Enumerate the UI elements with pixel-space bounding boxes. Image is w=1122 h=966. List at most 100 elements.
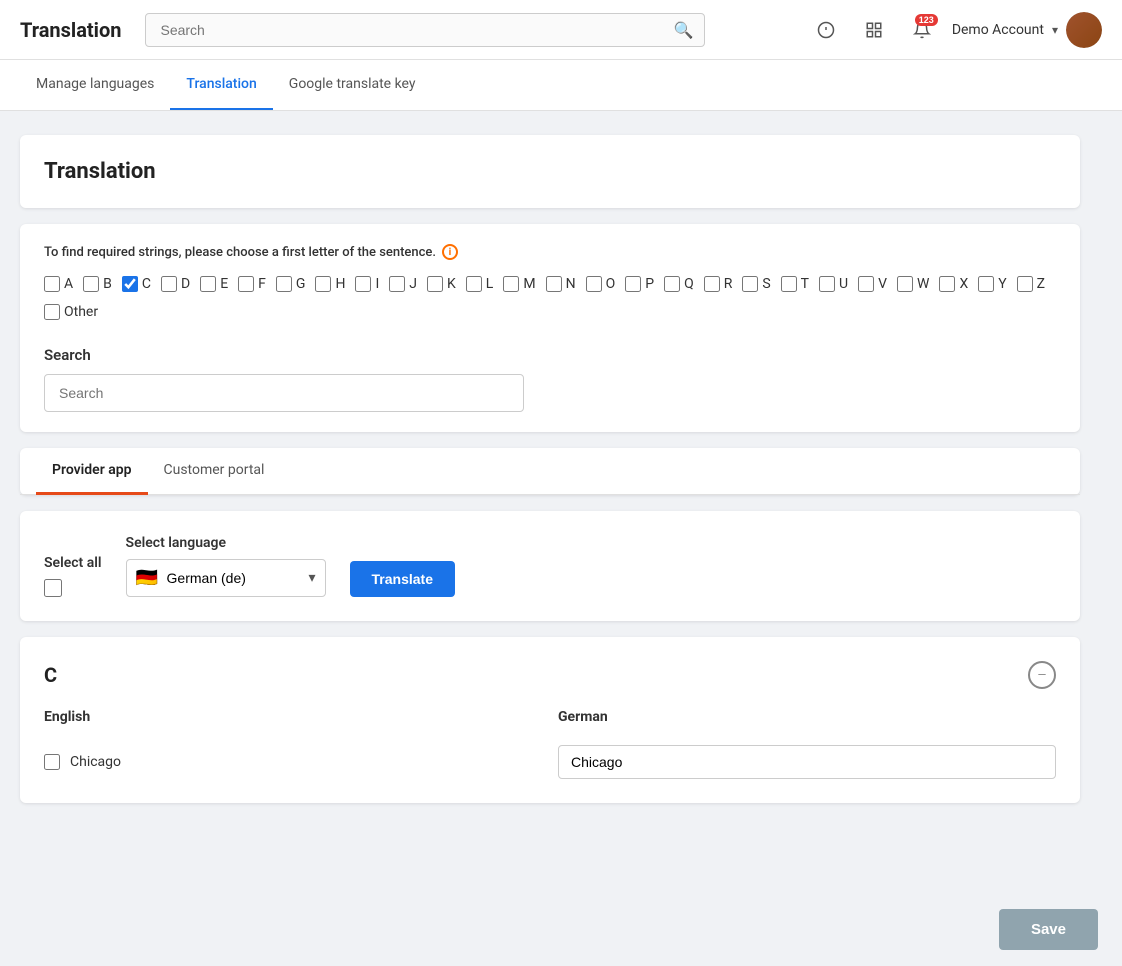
letter-label-m[interactable]: M <box>523 276 535 292</box>
letter-checkbox-t[interactable] <box>781 276 797 292</box>
letter-checkbox-r[interactable] <box>704 276 720 292</box>
letter-label-r[interactable]: R <box>724 276 733 292</box>
user-area[interactable]: Demo Account ▾ <box>952 12 1102 48</box>
info-button[interactable] <box>808 12 844 48</box>
subnav-translation[interactable]: Translation <box>170 60 272 110</box>
letter-label-d[interactable]: D <box>181 276 190 292</box>
letter-label-a[interactable]: A <box>64 276 73 292</box>
german-input[interactable] <box>558 745 1056 779</box>
letter-label-u[interactable]: U <box>839 276 848 292</box>
notification-badge: 123 <box>915 14 938 26</box>
letter-checkbox-a[interactable] <box>44 276 60 292</box>
letter-label-g[interactable]: G <box>296 276 306 292</box>
letter-checkbox-l[interactable] <box>466 276 482 292</box>
letter-item-a: A <box>44 276 73 292</box>
tab-provider-app[interactable]: Provider app <box>36 448 148 495</box>
letter-item-q: Q <box>664 276 694 292</box>
english-item: Chicago <box>44 754 542 770</box>
grid-button[interactable] <box>856 12 892 48</box>
letter-checkbox-u[interactable] <box>819 276 835 292</box>
letter-checkbox-q[interactable] <box>664 276 680 292</box>
subnav-manage-languages[interactable]: Manage languages <box>20 60 170 110</box>
nav-actions: 123 Demo Account ▾ <box>808 12 1102 48</box>
search-input[interactable] <box>44 374 524 412</box>
letter-item-x: X <box>939 276 968 292</box>
translation-headers: English German <box>44 709 1056 733</box>
nav-search-input[interactable] <box>145 13 705 47</box>
letter-item-w: W <box>897 276 929 292</box>
letter-checkbox-x[interactable] <box>939 276 955 292</box>
letter-item-m: M <box>503 276 535 292</box>
letter-checkbox-h[interactable] <box>315 276 331 292</box>
letter-item-b: B <box>83 276 112 292</box>
letter-label-other[interactable]: Other <box>64 304 98 320</box>
letter-label-o[interactable]: O <box>606 276 616 292</box>
letter-checkbox-other[interactable] <box>44 304 60 320</box>
letter-label-n[interactable]: N <box>566 276 576 292</box>
letter-checkbox-k[interactable] <box>427 276 443 292</box>
letter-label-i[interactable]: I <box>375 276 379 292</box>
letter-label-k[interactable]: K <box>447 276 456 292</box>
letter-checkbox-y[interactable] <box>978 276 994 292</box>
letter-checkbox-m[interactable] <box>503 276 519 292</box>
select-all-checkbox[interactable] <box>44 579 62 597</box>
letter-checkbox-i[interactable] <box>355 276 371 292</box>
letter-checkbox-j[interactable] <box>389 276 405 292</box>
letter-item-o: O <box>586 276 616 292</box>
subnav-google-translate[interactable]: Google translate key <box>273 60 432 110</box>
letter-label-s[interactable]: S <box>762 276 770 292</box>
language-select[interactable]: German (de) <box>126 559 326 597</box>
letter-checkbox-g[interactable] <box>276 276 292 292</box>
letter-checkbox-s[interactable] <box>742 276 758 292</box>
save-button[interactable]: Save <box>999 909 1098 950</box>
letter-label-y[interactable]: Y <box>998 276 1006 292</box>
letter-checkbox-e[interactable] <box>200 276 216 292</box>
letter-checkbox-o[interactable] <box>586 276 602 292</box>
letter-label-j[interactable]: J <box>409 276 417 292</box>
filter-card: To find required strings, please choose … <box>20 224 1080 432</box>
letter-label-e[interactable]: E <box>220 276 228 292</box>
letter-checkbox-c[interactable] <box>122 276 138 292</box>
page-title: Translation <box>44 159 1056 184</box>
letter-checkbox-f[interactable] <box>238 276 254 292</box>
letter-checkbox-d[interactable] <box>161 276 177 292</box>
save-bar: Save <box>0 893 1122 966</box>
letter-item-j: J <box>389 276 417 292</box>
letter-item-n: N <box>546 276 576 292</box>
letter-checkbox-p[interactable] <box>625 276 641 292</box>
letter-item-r: R <box>704 276 733 292</box>
letter-label-p[interactable]: P <box>645 276 654 292</box>
letter-checkbox-w[interactable] <box>897 276 913 292</box>
letter-label-c[interactable]: C <box>142 276 151 292</box>
lang-section: Select all Select language 🇩🇪 German (de… <box>20 511 1080 621</box>
row-checkbox[interactable] <box>44 754 60 770</box>
page-content: Translation To find required strings, pl… <box>0 111 1100 843</box>
letter-label-t[interactable]: T <box>801 276 809 292</box>
letter-label-l[interactable]: L <box>486 276 494 292</box>
letter-checkbox-v[interactable] <box>858 276 874 292</box>
letter-label-w[interactable]: W <box>917 276 929 292</box>
letter-item-t: T <box>781 276 809 292</box>
letter-item-e: E <box>200 276 228 292</box>
tab-customer-portal[interactable]: Customer portal <box>148 448 281 495</box>
letter-item-d: D <box>161 276 190 292</box>
letter-checkbox-b[interactable] <box>83 276 99 292</box>
avatar <box>1066 12 1102 48</box>
letter-c-section: C − English German Chicago <box>20 637 1080 803</box>
letter-label-z[interactable]: Z <box>1037 276 1045 292</box>
letter-label-x[interactable]: X <box>959 276 968 292</box>
letter-label-f[interactable]: F <box>258 276 266 292</box>
letter-section-header: C − <box>44 661 1056 689</box>
filter-info-icon[interactable]: i <box>442 244 458 260</box>
collapse-icon[interactable]: − <box>1028 661 1056 689</box>
letter-label-q[interactable]: Q <box>684 276 694 292</box>
letter-checkbox-z[interactable] <box>1017 276 1033 292</box>
translate-button[interactable]: Translate <box>350 561 455 597</box>
letter-item-h: H <box>315 276 345 292</box>
letter-label-b[interactable]: B <box>103 276 112 292</box>
app-title: Translation <box>20 18 121 42</box>
notification-button[interactable]: 123 <box>904 12 940 48</box>
letter-label-h[interactable]: H <box>335 276 345 292</box>
letter-checkbox-n[interactable] <box>546 276 562 292</box>
letter-label-v[interactable]: V <box>878 276 887 292</box>
